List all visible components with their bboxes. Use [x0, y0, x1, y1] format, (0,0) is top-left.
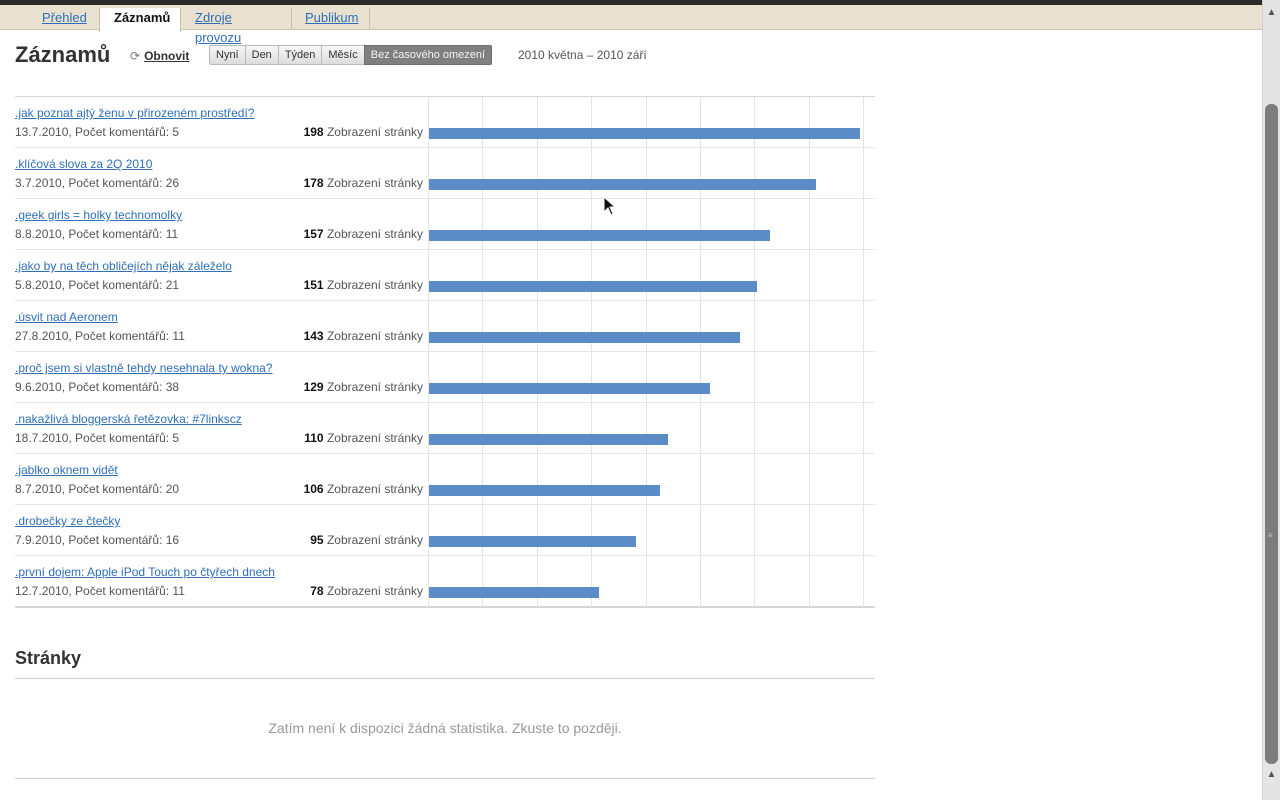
post-title-link[interactable]: .proč jsem si vlastně tehdy nesehnala ty… [15, 361, 272, 375]
views-bar [429, 587, 599, 598]
tab-publikum[interactable]: Publikum [291, 8, 370, 29]
post-meta: 3.7.2010, Počet komentářů: 26 [15, 176, 180, 190]
empty-stats-message: Zatím není k dispozici žádná statistika.… [268, 720, 622, 736]
post-title-link[interactable]: .geek girls = holky technomolky [15, 208, 182, 222]
views-bar [429, 230, 770, 241]
refresh-label: Obnovit [144, 49, 190, 63]
view-count-value: 110 [304, 431, 324, 445]
mouse-pointer-icon [603, 196, 617, 216]
page-title: Záznamů [15, 42, 111, 67]
view-count-label: Zobrazení stránky [326, 329, 423, 343]
view-count: 151 Zobrazení stránky [304, 278, 423, 292]
scroll-thumb[interactable]: ≡ [1265, 104, 1278, 764]
pages-section-title: Stránky [15, 648, 82, 668]
post-row: .jako by na těch obličejích nějak záleže… [15, 250, 875, 301]
post-row: .první dojem: Apple iPod Touch po čtyřec… [15, 556, 875, 606]
post-meta: 12.7.2010, Počet komentářů: 11 [15, 584, 185, 598]
view-count-label: Zobrazení stránky [326, 584, 423, 598]
period-month-button[interactable]: Měsíc [321, 45, 365, 65]
view-count-value: 106 [303, 482, 324, 496]
views-bar [429, 128, 860, 139]
post-title-link[interactable]: .jako by na těch obličejích nějak záleže… [15, 259, 232, 273]
views-bar [429, 434, 668, 445]
divider [15, 778, 875, 779]
view-count-label: Zobrazení stránky [326, 227, 423, 241]
views-bar [429, 536, 636, 547]
view-count-value: 129 [303, 380, 324, 394]
view-count-label: Zobrazení stránky [326, 176, 423, 190]
post-title-link[interactable]: .první dojem: Apple iPod Touch po čtyřec… [15, 565, 275, 579]
scroll-up-arrow-icon[interactable]: ▲ [1263, 4, 1280, 22]
post-row: .jak poznat ajtý ženu v přirozeném prost… [15, 97, 875, 148]
post-title-link[interactable]: .jak poznat ajtý ženu v přirozeném prost… [15, 106, 254, 120]
post-row: .klíčová slova za 2Q 2010 3.7.2010, Počet… [15, 148, 875, 199]
post-meta: 27.8.2010, Počet komentářů: 11 [15, 329, 185, 343]
period-all-time-button[interactable]: Bez časového omezení [363, 45, 493, 65]
view-count-value: 198 [303, 125, 324, 139]
tab-strip: Přehled Záznamů Zdroje provozu Publikum [0, 5, 1262, 45]
view-count: 143 Zobrazení stránky [304, 329, 423, 343]
view-count: 110 Zobrazení stránky [304, 431, 423, 445]
period-now-button[interactable]: Nyní [209, 45, 246, 65]
divider [15, 678, 875, 679]
period-selector: Nyní Den Týden Měsíc Bez časového omezen… [209, 45, 493, 65]
post-row: .geek girls = holky technomolky 8.8.2010,… [15, 199, 875, 250]
post-row: .jablko oknem vidět 8.7.2010, Počet komen… [15, 454, 875, 505]
view-count-label: Zobrazení stránky [326, 482, 423, 496]
view-count: 157 Zobrazení stránky [304, 227, 423, 241]
view-count-value: 157 [303, 227, 324, 241]
view-count-value: 151 [303, 278, 324, 292]
views-bar [429, 332, 740, 343]
post-title-link[interactable]: .drobečky ze čtečky [15, 514, 120, 528]
view-count: 198 Zobrazení stránky [304, 125, 423, 139]
view-count: 129 Zobrazení stránky [304, 380, 423, 394]
views-bar [429, 485, 660, 496]
refresh-link[interactable]: ⟳ Obnovit [130, 49, 189, 63]
post-row: .drobečky ze čtečky 7.9.2010, Počet komen… [15, 505, 875, 556]
period-day-button[interactable]: Den [244, 45, 279, 65]
post-meta: 7.9.2010, Počet komentářů: 16 [15, 533, 180, 547]
vertical-scrollbar[interactable]: ▲ ≡ ▲ [1262, 0, 1280, 800]
tab-zaznamu[interactable]: Záznamů [99, 8, 181, 32]
tab-zdroje-provozu[interactable]: Zdroje provozu [181, 8, 292, 45]
post-row: .nakažlivá bloggerská řetězovka: #7links… [15, 403, 875, 454]
view-count-label: Zobrazení stránky [326, 533, 423, 547]
post-title-link[interactable]: .klíčová slova za 2Q 2010 [15, 157, 152, 171]
post-row: .úsvit nad Aeronem 27.8.2010, Počet komen… [15, 301, 875, 352]
view-count-value: 143 [303, 329, 324, 343]
scroll-down-arrow-icon[interactable]: ▲ [1263, 766, 1280, 784]
posts-table: .jak poznat ajtý ženu v přirozeném prost… [15, 96, 875, 608]
views-bar [429, 281, 757, 292]
refresh-icon: ⟳ [130, 49, 141, 63]
view-count: 178 Zobrazení stránky [304, 176, 423, 190]
view-count-value: 78 [310, 584, 324, 598]
period-week-button[interactable]: Týden [277, 45, 323, 65]
post-title-link[interactable]: .jablko oknem vidět [15, 463, 118, 477]
post-meta: 9.6.2010, Počet komentářů: 38 [15, 380, 180, 394]
view-count-label: Zobrazení stránky [326, 431, 423, 445]
date-range: 2010 května – 2010 září [518, 48, 647, 62]
views-bar [429, 179, 816, 190]
view-count: 106 Zobrazení stránky [304, 482, 423, 496]
view-count-value: 178 [303, 176, 324, 190]
post-row: .proč jsem si vlastně tehdy nesehnala ty… [15, 352, 875, 403]
post-meta: 5.8.2010, Počet komentářů: 21 [15, 278, 180, 292]
view-count: 95 Zobrazení stránky [310, 533, 423, 547]
post-title-link[interactable]: .úsvit nad Aeronem [15, 310, 118, 324]
tab-prehled[interactable]: Přehled [28, 8, 100, 29]
grip-icon: ≡ [1268, 531, 1273, 540]
view-count-label: Zobrazení stránky [326, 278, 423, 292]
post-meta: 8.7.2010, Počet komentářů: 20 [15, 482, 180, 496]
post-meta: 13.7.2010, Počet komentářů: 5 [15, 125, 180, 139]
view-count-label: Zobrazení stránky [326, 125, 423, 139]
view-count-label: Zobrazení stránky [326, 380, 423, 394]
views-bar [429, 383, 710, 394]
view-count: 78 Zobrazení stránky [310, 584, 423, 598]
post-title-link[interactable]: .nakažlivá bloggerská řetězovka: #7links… [15, 412, 242, 426]
post-meta: 18.7.2010, Počet komentářů: 5 [15, 431, 180, 445]
post-meta: 8.8.2010, Počet komentářů: 11 [15, 227, 179, 241]
view-count-value: 95 [310, 533, 324, 547]
